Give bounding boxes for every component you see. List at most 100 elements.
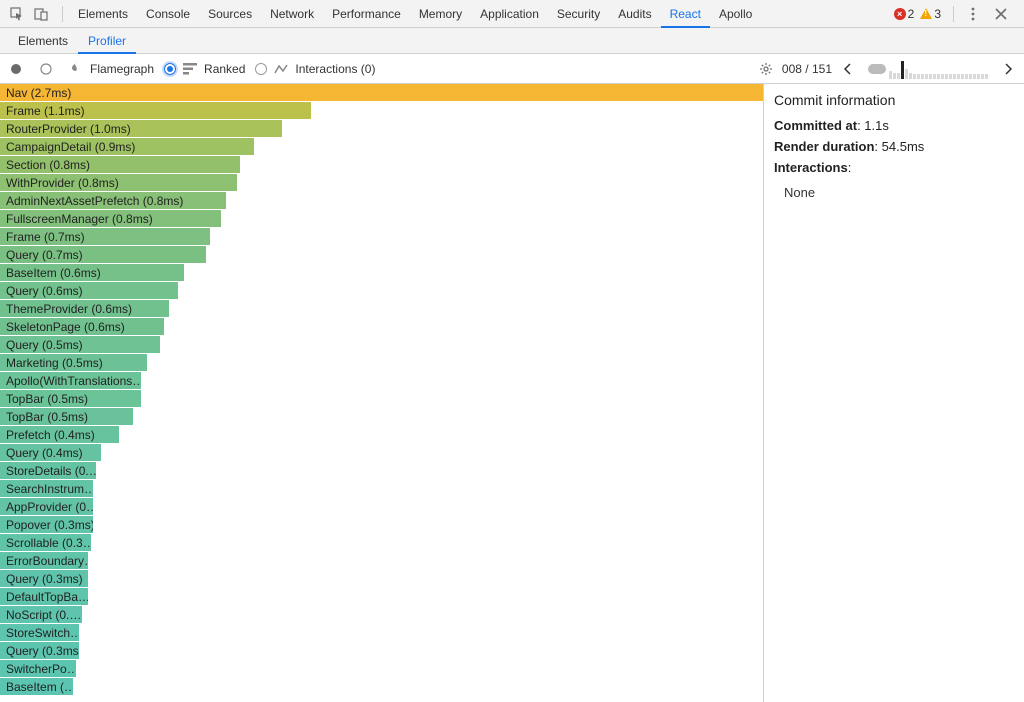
- ranked-bar-label: StoreSwitch…: [0, 624, 79, 641]
- commit-bar[interactable]: [905, 69, 908, 79]
- commit-bar[interactable]: [977, 74, 980, 79]
- ranked-bar-label: Query (0.7ms): [0, 246, 206, 263]
- ranked-bar[interactable]: SearchInstrum…: [0, 480, 763, 498]
- ranked-label[interactable]: Ranked: [204, 62, 245, 76]
- gear-icon[interactable]: [756, 59, 776, 79]
- interactions-icon: [271, 59, 291, 79]
- commit-bar[interactable]: [949, 74, 952, 79]
- ranked-chart: Nav (2.7ms)Frame (1.1ms)RouterProvider (…: [0, 84, 764, 702]
- commit-bar-chart[interactable]: [868, 59, 988, 79]
- tab-application[interactable]: Application: [471, 0, 548, 28]
- commit-bar[interactable]: [969, 74, 972, 79]
- commit-bar[interactable]: [925, 74, 928, 79]
- tab-performance[interactable]: Performance: [323, 0, 410, 28]
- ranked-bar[interactable]: Query (0.4ms): [0, 444, 763, 462]
- flamegraph-label[interactable]: Flamegraph: [90, 62, 154, 76]
- commit-bar[interactable]: [893, 73, 896, 79]
- commit-bar[interactable]: [897, 73, 900, 79]
- ranked-radio[interactable]: [164, 63, 176, 75]
- commit-bar[interactable]: [985, 74, 988, 79]
- ranked-bar[interactable]: Query (0.3ms): [0, 642, 763, 660]
- ranked-bar[interactable]: DefaultTopBa…: [0, 588, 763, 606]
- ranked-bar[interactable]: WithProvider (0.8ms): [0, 174, 763, 192]
- separator: [62, 6, 63, 22]
- tab-network[interactable]: Network: [261, 0, 323, 28]
- ranked-bar[interactable]: NoScript (0.…: [0, 606, 763, 624]
- inspect-icon[interactable]: [8, 5, 26, 23]
- commit-bar[interactable]: [889, 71, 892, 79]
- ranked-bar[interactable]: Nav (2.7ms): [0, 84, 763, 102]
- ranked-bar[interactable]: Frame (1.1ms): [0, 102, 763, 120]
- ranked-bar[interactable]: Query (0.5ms): [0, 336, 763, 354]
- interactions-label[interactable]: Interactions (0): [295, 62, 375, 76]
- tab-react[interactable]: React: [661, 0, 710, 28]
- ranked-bar[interactable]: Query (0.6ms): [0, 282, 763, 300]
- ranked-bar[interactable]: CampaignDetail (0.9ms): [0, 138, 763, 156]
- tab-security[interactable]: Security: [548, 0, 609, 28]
- ranked-bar[interactable]: Apollo(WithTranslations…: [0, 372, 763, 390]
- ranked-bar-label: WithProvider (0.8ms): [0, 174, 237, 191]
- ranked-bar[interactable]: Section (0.8ms): [0, 156, 763, 174]
- commit-bar[interactable]: [933, 74, 936, 79]
- ranked-bar[interactable]: Marketing (0.5ms): [0, 354, 763, 372]
- commit-bar[interactable]: [981, 74, 984, 79]
- commit-bar[interactable]: [921, 74, 924, 79]
- tab-memory[interactable]: Memory: [410, 0, 471, 28]
- ranked-bar[interactable]: FullscreenManager (0.8ms): [0, 210, 763, 228]
- tab-apollo[interactable]: Apollo: [710, 0, 761, 28]
- ranked-bar[interactable]: Query (0.3ms): [0, 570, 763, 588]
- commit-bar[interactable]: [961, 74, 964, 79]
- next-commit-arrow-icon[interactable]: [998, 59, 1018, 79]
- close-icon[interactable]: [992, 5, 1010, 23]
- ranked-bar[interactable]: Frame (0.7ms): [0, 228, 763, 246]
- interactions-radio[interactable]: [255, 63, 267, 75]
- ranked-bar-label: Query (0.3ms): [0, 642, 79, 659]
- ranked-bar-label: ErrorBoundary…: [0, 552, 88, 569]
- tab-elements[interactable]: Elements: [69, 0, 137, 28]
- tab-sources[interactable]: Sources: [199, 0, 261, 28]
- warnings-indicator[interactable]: 3: [920, 7, 941, 21]
- commit-bar[interactable]: [941, 74, 944, 79]
- ranked-bar[interactable]: SkeletonPage (0.6ms): [0, 318, 763, 336]
- ranked-bar[interactable]: StoreSwitch…: [0, 624, 763, 642]
- ranked-bar[interactable]: TopBar (0.5ms): [0, 390, 763, 408]
- ranked-bar[interactable]: Query (0.7ms): [0, 246, 763, 264]
- ranked-bar[interactable]: Popover (0.3ms): [0, 516, 763, 534]
- ranked-bar[interactable]: TopBar (0.5ms): [0, 408, 763, 426]
- errors-indicator[interactable]: × 2: [894, 7, 915, 21]
- commit-bar[interactable]: [917, 74, 920, 79]
- ranked-bar[interactable]: StoreDetails (0.…: [0, 462, 763, 480]
- ranked-bar[interactable]: BaseItem (0.6ms): [0, 264, 763, 282]
- tab-audits[interactable]: Audits: [609, 0, 660, 28]
- subtab-elements[interactable]: Elements: [8, 28, 78, 54]
- commit-bar[interactable]: [965, 74, 968, 79]
- ranked-bar[interactable]: AdminNextAssetPrefetch (0.8ms): [0, 192, 763, 210]
- top-tabs: ElementsConsoleSourcesNetworkPerformance…: [69, 0, 761, 28]
- ranked-bar[interactable]: BaseItem (…: [0, 678, 763, 696]
- ranked-bar[interactable]: SwitcherPo…: [0, 660, 763, 678]
- kebab-icon[interactable]: [964, 5, 982, 23]
- commit-bar[interactable]: [945, 74, 948, 79]
- commit-bar[interactable]: [901, 61, 904, 79]
- subtab-profiler[interactable]: Profiler: [78, 28, 136, 54]
- commit-bar[interactable]: [929, 74, 932, 79]
- ranked-bar[interactable]: AppProvider (0…: [0, 498, 763, 516]
- ranked-bar[interactable]: RouterProvider (1.0ms): [0, 120, 763, 138]
- commit-bar[interactable]: [957, 74, 960, 79]
- commit-bar[interactable]: [953, 74, 956, 79]
- commit-bar[interactable]: [937, 74, 940, 79]
- device-icon[interactable]: [32, 5, 50, 23]
- prev-commit-arrow-icon[interactable]: [838, 59, 858, 79]
- tab-console[interactable]: Console: [137, 0, 199, 28]
- commit-bar[interactable]: [913, 74, 916, 79]
- ranked-bar[interactable]: ThemeProvider (0.6ms): [0, 300, 763, 318]
- commit-bar[interactable]: [909, 73, 912, 79]
- ranked-bar[interactable]: Prefetch (0.4ms): [0, 426, 763, 444]
- reload-icon[interactable]: [36, 59, 56, 79]
- record-icon[interactable]: [6, 59, 26, 79]
- ranked-bar[interactable]: ErrorBoundary…: [0, 552, 763, 570]
- ranked-bar[interactable]: Scrollable (0.3…: [0, 534, 763, 552]
- render-duration: Render duration: 54.5ms: [774, 139, 1014, 154]
- interactions-none: None: [784, 185, 1014, 200]
- commit-bar[interactable]: [973, 74, 976, 79]
